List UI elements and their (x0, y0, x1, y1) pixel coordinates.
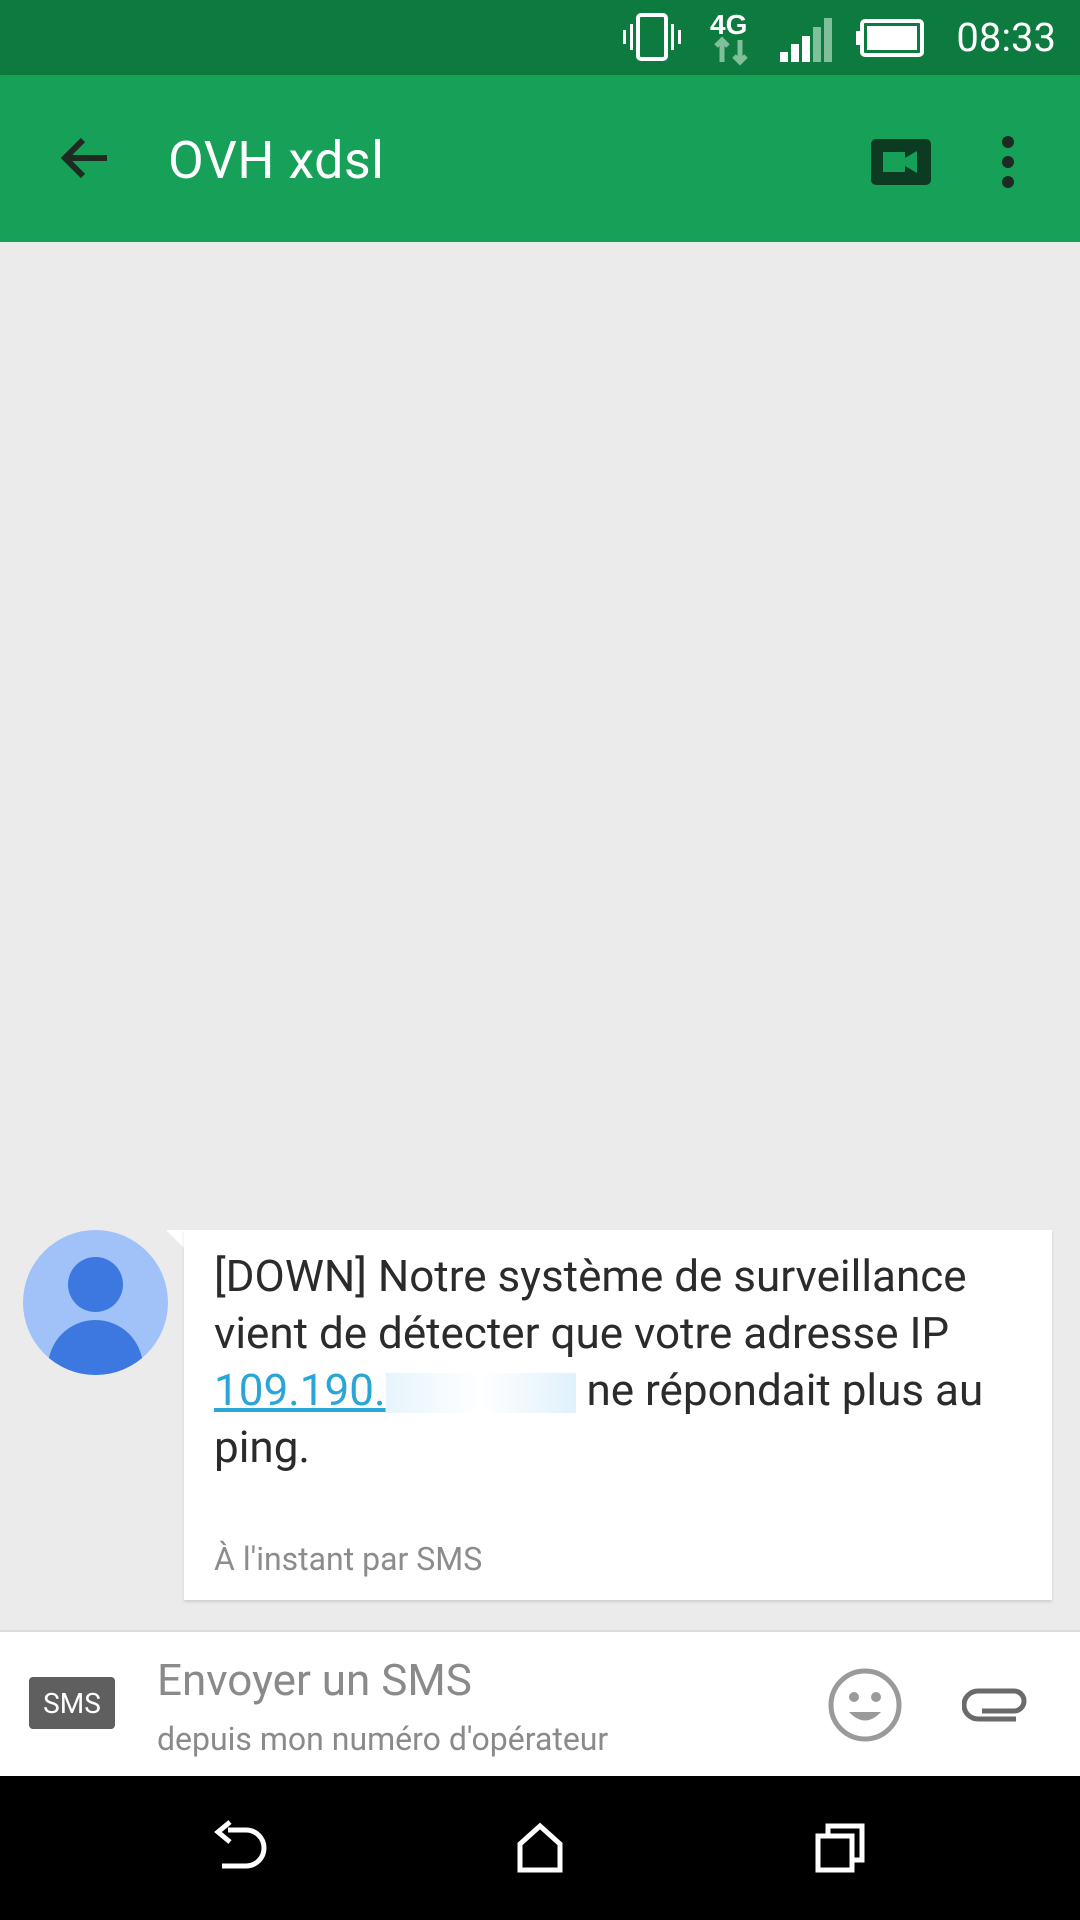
video-call-button[interactable] (856, 117, 946, 207)
network-4g-icon: 4G (710, 9, 748, 66)
nav-home-button[interactable] (500, 1808, 580, 1888)
nav-recents-icon (815, 1823, 865, 1873)
attach-button[interactable] (950, 1660, 1040, 1750)
signal-icon (780, 18, 832, 62)
conversation-title: OVH xdsl (168, 130, 385, 191)
more-options-button[interactable] (968, 117, 1048, 207)
nav-recents-button[interactable] (800, 1808, 880, 1888)
nav-back-icon (214, 1820, 267, 1869)
battery-icon (856, 19, 924, 57)
message-composer: SMS Envoyer un SMS depuis mon numéro d'o… (0, 1630, 1080, 1776)
back-button[interactable] (40, 113, 130, 203)
svg-text:4G: 4G (710, 9, 747, 40)
nav-back-button[interactable] (200, 1808, 280, 1888)
more-vert-icon (1002, 136, 1014, 188)
ip-link[interactable]: 109.190. (214, 1364, 386, 1416)
bubble-tail (166, 1230, 186, 1250)
message-bubble[interactable]: [DOWN] Notre système de surveillance vie… (184, 1230, 1052, 1600)
status-bar: 4G 08:33 (0, 0, 1080, 75)
attach-icon (962, 1688, 1027, 1722)
message-input[interactable]: Envoyer un SMS (157, 1654, 472, 1706)
emoji-icon (828, 1668, 902, 1742)
app-bar: OVH xdsl (0, 75, 1080, 242)
navigation-bar (0, 1776, 1080, 1920)
emoji-button[interactable] (820, 1660, 910, 1750)
nav-home-icon (517, 1822, 563, 1873)
message-timestamp: À l'instant par SMS (214, 1540, 483, 1578)
contact-avatar[interactable] (23, 1230, 168, 1375)
sender-number-hint: depuis mon numéro d'opérateur (157, 1720, 609, 1758)
back-arrow-icon (60, 137, 107, 179)
video-call-icon (871, 139, 931, 185)
redacted-ip-part (385, 1373, 576, 1414)
vibrate-icon (623, 13, 681, 61)
status-time: 08:33 (956, 14, 1056, 61)
message-text: [DOWN] Notre système de surveillance vie… (214, 1250, 984, 1473)
person-icon (68, 1257, 123, 1312)
sms-badge: SMS (29, 1677, 115, 1729)
